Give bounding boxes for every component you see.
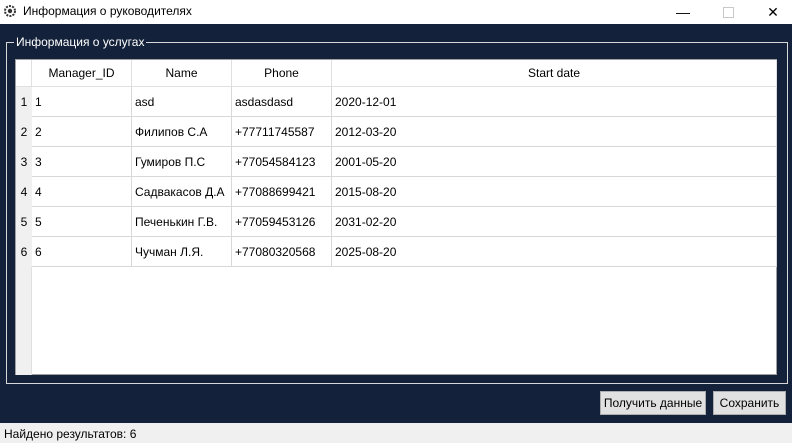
get-data-button[interactable]: Получить данные xyxy=(600,391,706,415)
table-cell[interactable]: +77059453126 xyxy=(232,207,332,237)
save-button[interactable]: Сохранить xyxy=(713,391,786,415)
status-text: Найдено результатов: 6 xyxy=(4,427,137,441)
table-corner[interactable] xyxy=(16,60,32,87)
window-titlebar: Информация о руководителях — ✕ xyxy=(0,0,792,24)
table-cell[interactable]: +77054584123 xyxy=(232,147,332,177)
table-cell[interactable]: Филипов С.А xyxy=(132,117,232,147)
app-gear-icon xyxy=(4,5,16,17)
table-cell[interactable]: 2001-05-20 xyxy=(332,147,777,177)
table-cell[interactable]: 2031-02-20 xyxy=(332,207,777,237)
maximize-icon xyxy=(722,6,734,18)
table-cell[interactable]: Гумиров П.С xyxy=(132,147,232,177)
close-icon: ✕ xyxy=(767,3,779,20)
row-number-header[interactable]: 3 xyxy=(16,147,32,177)
row-number-header[interactable]: 2 xyxy=(16,117,32,147)
column-header[interactable]: Manager_ID xyxy=(32,60,132,87)
table-cell[interactable]: +77080320568 xyxy=(232,237,332,267)
table-cell[interactable]: +77088699421 xyxy=(232,177,332,207)
close-button[interactable]: ✕ xyxy=(750,0,792,24)
minimize-button[interactable]: — xyxy=(660,0,706,24)
row-number-header[interactable]: 4 xyxy=(16,177,32,207)
table-cell[interactable]: Садвакасов Д.А xyxy=(132,177,232,207)
table-cell[interactable]: asd xyxy=(132,87,232,117)
table-cell[interactable]: 2020-12-01 xyxy=(332,87,777,117)
table-cell[interactable]: 5 xyxy=(32,207,132,237)
row-number-header[interactable]: 1 xyxy=(16,87,32,117)
row-number-header[interactable]: 5 xyxy=(16,207,32,237)
table-cell[interactable]: +77711745587 xyxy=(232,117,332,147)
column-header[interactable]: Phone xyxy=(232,60,332,87)
table-cell[interactable]: asdasdasd xyxy=(232,87,332,117)
window-title: Информация о руководителях xyxy=(23,4,192,18)
table-cell[interactable]: Чучман Л.Я. xyxy=(132,237,232,267)
table-cell[interactable]: 2025-08-20 xyxy=(332,237,777,267)
table-cell[interactable]: Печенькин Г.В. xyxy=(132,207,232,237)
maximize-button[interactable] xyxy=(705,0,751,24)
table-cell[interactable]: 2015-08-20 xyxy=(332,177,777,207)
table-cell[interactable]: 2012-03-20 xyxy=(332,117,777,147)
column-header[interactable]: Name xyxy=(132,60,232,87)
managers-table[interactable]: Manager_ID Name Phone Start date 1 1 asd asdasd… xyxy=(15,59,777,375)
table-cell[interactable]: 2 xyxy=(32,117,132,147)
table-cell[interactable]: 4 xyxy=(32,177,132,207)
table-cell[interactable]: 3 xyxy=(32,147,132,177)
table-cell[interactable]: 1 xyxy=(32,87,132,117)
groupbox-title: Информация о услугах xyxy=(14,35,147,49)
minimize-icon: — xyxy=(676,4,690,20)
column-header[interactable]: Start date xyxy=(332,60,777,87)
table-cell[interactable]: 6 xyxy=(32,237,132,267)
row-number-header[interactable]: 6 xyxy=(16,237,32,267)
